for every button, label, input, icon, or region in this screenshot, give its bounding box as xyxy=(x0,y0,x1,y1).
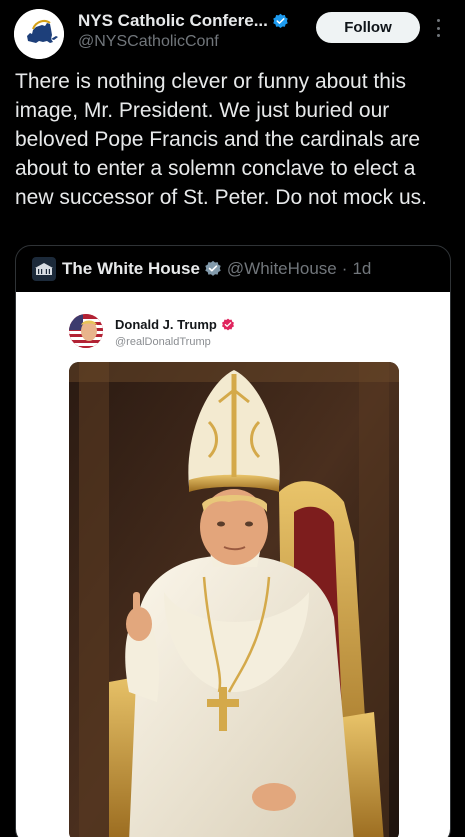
author-display-name[interactable]: NYS Catholic Confere... xyxy=(78,11,268,31)
trump-avatar xyxy=(69,314,103,348)
verified-badge-icon xyxy=(221,318,234,330)
nys-catholic-avatar[interactable] xyxy=(14,9,64,59)
more-options-icon[interactable] xyxy=(432,16,444,40)
pope-portrait-image[interactable] xyxy=(69,362,399,837)
white-house-avatar[interactable] xyxy=(32,257,56,281)
quoted-tweet-header: The White House @WhiteHouse · 1d xyxy=(16,246,450,292)
quoted-tweet-card[interactable]: The White House @WhiteHouse · 1d Donald … xyxy=(15,245,451,837)
embedded-author-name: Donald J. Trump xyxy=(115,317,217,332)
tweet-header: NYS Catholic Confere... @NYSCatholicConf… xyxy=(0,0,465,62)
ny-state-logo-icon xyxy=(14,9,64,59)
embedded-author-handle: @realDonaldTrump xyxy=(115,336,211,348)
government-badge-icon xyxy=(205,260,221,276)
embedded-post-screenshot: Donald J. Trump @realDonaldTrump xyxy=(16,292,450,837)
quoted-timestamp[interactable]: 1d xyxy=(352,259,371,279)
verified-badge-icon xyxy=(273,13,288,28)
author-handle[interactable]: @NYSCatholicConf xyxy=(78,33,219,51)
tweet-body-text: There is nothing clever or funny about t… xyxy=(15,70,428,209)
meta-separator: · xyxy=(341,259,348,278)
flag-avatar-icon xyxy=(69,314,103,348)
pope-portrait-illustration xyxy=(69,362,399,837)
follow-button[interactable]: Follow xyxy=(316,12,420,43)
white-house-logo-icon xyxy=(35,263,53,275)
quoted-author-handle[interactable]: @WhiteHouse xyxy=(227,259,337,279)
quoted-author-name[interactable]: The White House xyxy=(62,259,200,279)
